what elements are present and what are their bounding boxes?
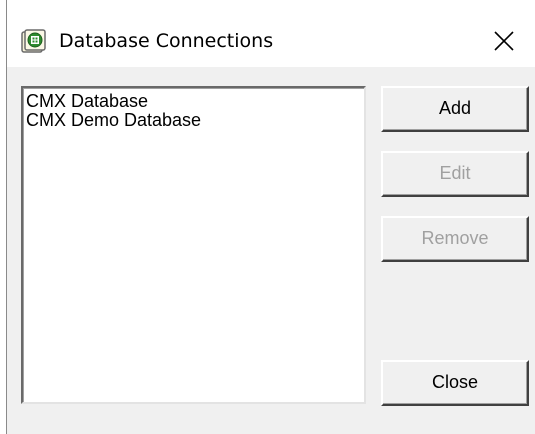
title-bar[interactable]: Database Connections [7, 0, 535, 67]
list-item[interactable]: CMX Demo Database [26, 111, 364, 130]
list-item[interactable]: CMX Database [26, 92, 364, 111]
edit-button[interactable]: Edit [381, 151, 529, 197]
database-app-icon [21, 29, 46, 53]
add-button[interactable]: Add [381, 86, 529, 132]
database-list[interactable]: CMX Database CMX Demo Database [21, 86, 366, 404]
close-icon[interactable] [493, 30, 515, 52]
database-connections-dialog: Database Connections CMX Database CMX De… [6, 0, 535, 434]
remove-button[interactable]: Remove [381, 216, 529, 262]
close-button[interactable]: Close [381, 360, 529, 406]
window-title: Database Connections [59, 30, 274, 52]
